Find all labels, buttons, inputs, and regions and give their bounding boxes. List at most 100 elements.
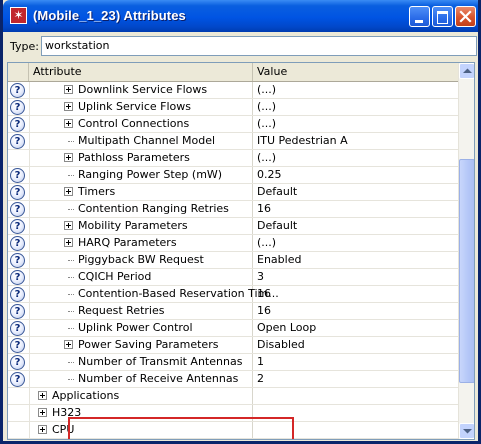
value-cell[interactable]: 0.25	[253, 167, 462, 183]
attribute-cell[interactable]: Downlink Service Flows	[29, 82, 253, 98]
type-field[interactable]: workstation	[41, 36, 477, 56]
plus-expander-icon[interactable]	[64, 187, 73, 196]
plus-expander-icon[interactable]	[64, 221, 73, 230]
close-button[interactable]	[455, 6, 476, 27]
help-question-icon[interactable]: ?	[10, 236, 25, 251]
help-question-icon[interactable]: ?	[10, 338, 25, 353]
attribute-cell[interactable]: Contention-Based Reservation Tim...	[29, 286, 279, 302]
table-row[interactable]: Pathloss Parameters (...)	[8, 150, 458, 167]
table-row[interactable]: ? Ranging Power Step (mW) 0.25	[8, 167, 458, 184]
attribute-cell[interactable]: Uplink Service Flows	[29, 99, 253, 115]
plus-expander-icon[interactable]	[38, 391, 47, 400]
attribute-cell[interactable]: CPU	[29, 422, 253, 438]
header-attribute[interactable]: Attribute	[29, 63, 253, 81]
header-value[interactable]: Value	[253, 63, 458, 81]
help-question-icon[interactable]: ?	[10, 117, 25, 132]
help-question-icon[interactable]: ?	[10, 202, 25, 217]
attribute-cell[interactable]: Power Saving Parameters	[29, 337, 253, 353]
table-row[interactable]: ? CQICH Period 3	[8, 269, 458, 286]
table-row[interactable]: ? HARQ Parameters (...)	[8, 235, 458, 252]
plus-expander-icon[interactable]	[64, 85, 73, 94]
value-cell[interactable]: 16	[253, 286, 462, 302]
table-row[interactable]: ? Request Retries 16	[8, 303, 458, 320]
help-question-icon[interactable]: ?	[10, 304, 25, 319]
plus-expander-icon[interactable]	[64, 340, 73, 349]
help-question-icon[interactable]: ?	[10, 219, 25, 234]
help-question-icon[interactable]: ?	[10, 100, 25, 115]
value-cell[interactable]: Enabled	[253, 252, 462, 268]
value-cell[interactable]	[253, 422, 462, 438]
value-cell[interactable]: (...)	[253, 235, 462, 251]
attribute-cell[interactable]: Multipath Channel Model	[29, 133, 253, 149]
attribute-cell[interactable]: Request Retries	[29, 303, 253, 319]
value-cell[interactable]: (...)	[253, 116, 462, 132]
table-row[interactable]: ? Contention-Based Reservation Tim... 16	[8, 286, 458, 303]
value-cell[interactable]	[253, 388, 462, 404]
attribute-cell[interactable]: Number of Transmit Antennas	[29, 354, 253, 370]
table-row[interactable]: CPU	[8, 422, 458, 439]
plus-expander-icon[interactable]	[38, 425, 47, 434]
help-question-icon[interactable]: ?	[10, 287, 25, 302]
value-cell[interactable]: 16	[253, 201, 462, 217]
table-row[interactable]: ? Uplink Power Control Open Loop	[8, 320, 458, 337]
value-cell[interactable]: 3	[253, 269, 462, 285]
plus-expander-icon[interactable]	[64, 119, 73, 128]
value-cell[interactable]: Open Loop	[253, 320, 462, 336]
table-row[interactable]: ? Number of Receive Antennas 2	[8, 371, 458, 388]
app-star-icon[interactable]: ✶	[10, 7, 27, 24]
scroll-down-button[interactable]	[459, 423, 474, 439]
attribute-cell[interactable]: Control Connections	[29, 116, 253, 132]
table-row[interactable]: ? Power Saving Parameters Disabled	[8, 337, 458, 354]
help-question-icon[interactable]: ?	[10, 134, 25, 149]
value-cell[interactable]: (...)	[253, 82, 462, 98]
scroll-thumb[interactable]	[459, 159, 474, 383]
vertical-scrollbar[interactable]	[458, 63, 474, 439]
minimize-button[interactable]	[409, 6, 430, 27]
attribute-cell[interactable]: HARQ Parameters	[29, 235, 253, 251]
value-cell[interactable]: ITU Pedestrian A	[253, 133, 462, 149]
table-row[interactable]: ? Contention Ranging Retries 16	[8, 201, 458, 218]
value-cell[interactable]: (...)	[253, 150, 462, 166]
plus-expander-icon[interactable]	[64, 153, 73, 162]
value-cell[interactable]: Default	[253, 218, 462, 234]
help-question-icon[interactable]: ?	[10, 372, 25, 387]
attribute-cell[interactable]: Timers	[29, 184, 253, 200]
table-row[interactable]: ? Mobility Parameters Default	[8, 218, 458, 235]
attribute-cell[interactable]: Mobility Parameters	[29, 218, 253, 234]
table-row[interactable]: ? Number of Transmit Antennas 1	[8, 354, 458, 371]
maximize-button[interactable]	[432, 6, 453, 27]
attribute-cell[interactable]: Applications	[29, 388, 253, 404]
value-cell[interactable]: Disabled	[253, 337, 462, 353]
attribute-cell[interactable]: Pathloss Parameters	[29, 150, 253, 166]
attribute-cell[interactable]: Uplink Power Control	[29, 320, 253, 336]
table-row[interactable]: ? Piggyback BW Request Enabled	[8, 252, 458, 269]
scroll-up-button[interactable]	[459, 63, 474, 79]
plus-expander-icon[interactable]	[38, 408, 47, 417]
value-cell[interactable]: 16	[253, 303, 462, 319]
help-question-icon[interactable]: ?	[10, 321, 25, 336]
table-row[interactable]: ? Downlink Service Flows (...)	[8, 82, 458, 99]
help-question-icon[interactable]: ?	[10, 253, 25, 268]
help-question-icon[interactable]: ?	[10, 83, 25, 98]
table-row[interactable]: ? Multipath Channel Model ITU Pedestrian A	[8, 133, 458, 150]
table-row[interactable]: H323	[8, 405, 458, 422]
plus-expander-icon[interactable]	[64, 238, 73, 247]
attribute-cell[interactable]: Contention Ranging Retries	[29, 201, 253, 217]
value-cell[interactable]: 2	[253, 371, 462, 387]
table-row[interactable]: ? Timers Default	[8, 184, 458, 201]
value-cell[interactable]: Default	[253, 184, 462, 200]
attribute-cell[interactable]: Number of Receive Antennas	[29, 371, 253, 387]
help-question-icon[interactable]: ?	[10, 270, 25, 285]
help-question-icon[interactable]: ?	[10, 355, 25, 370]
attribute-cell[interactable]: CQICH Period	[29, 269, 253, 285]
attribute-cell[interactable]: H323	[29, 405, 253, 421]
attribute-cell[interactable]: Ranging Power Step (mW)	[29, 167, 253, 183]
value-cell[interactable]: 1	[253, 354, 462, 370]
value-cell[interactable]	[253, 405, 462, 421]
table-row[interactable]: ? Control Connections (...)	[8, 116, 458, 133]
value-cell[interactable]: (...)	[253, 99, 462, 115]
plus-expander-icon[interactable]	[64, 102, 73, 111]
attribute-cell[interactable]: Piggyback BW Request	[29, 252, 253, 268]
help-question-icon[interactable]: ?	[10, 168, 25, 183]
table-row[interactable]: Applications	[8, 388, 458, 405]
